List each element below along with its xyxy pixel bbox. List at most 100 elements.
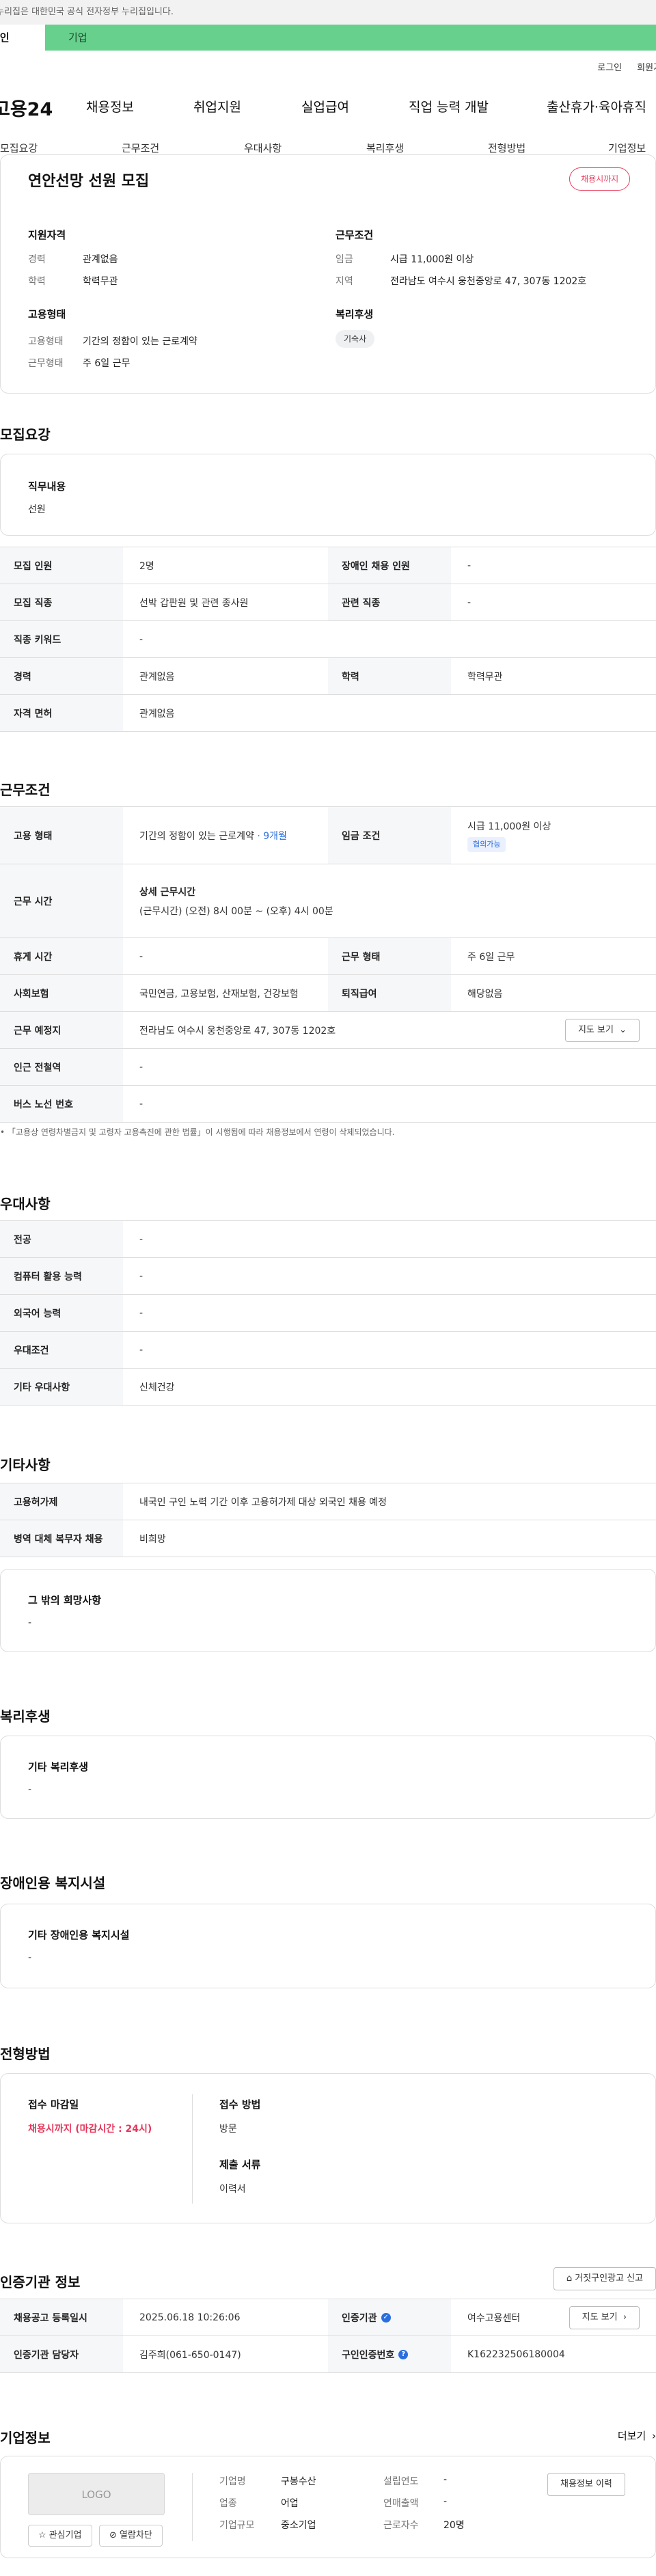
agency-map-button[interactable]: 지도 보기 ›	[569, 2306, 640, 2329]
work-table: 고용 형태 기간의 정함이 있는 근로계약 · 9개월 임금 조건 시급 11,…	[0, 806, 656, 1123]
table-row: 근무 시간 상세 근무시간 (근무시간) (오전) 8시 00분 ~ (오후) …	[0, 864, 656, 938]
welfare-heading: 복리후생	[336, 308, 374, 320]
global-nav: 고용24 채용정보 취업지원 실업급여 직업 능력 개발 출산휴가·육아휴직	[0, 92, 656, 121]
age-notice: • 「고용상 연령차별금지 및 고령자 고용촉진에 관한 법률」이 시행됨에 따…	[0, 1127, 395, 1137]
divider	[192, 2473, 193, 2541]
qual-label: 학력	[28, 276, 46, 287]
map-view-button[interactable]: 지도 보기 ⌄	[564, 1019, 640, 1042]
id-header: 구인인증번호	[342, 2349, 395, 2361]
company-field-label: 근로자수	[383, 2520, 419, 2531]
wage-value: 시급 11,000원 이상	[467, 821, 551, 832]
block-icon: ⊘	[109, 2530, 117, 2540]
table-row: 우대조건 -	[0, 1332, 656, 1369]
duty-box: 직무내용 선원	[0, 454, 656, 536]
table-row: 컴퓨터 활용 능력 -	[0, 1258, 656, 1295]
company-field-value: 구봉수산	[281, 2476, 316, 2487]
home-icon: ⌂	[566, 2273, 573, 2284]
etc-heading: 기타사항	[0, 1457, 51, 1473]
company-field-value: 어업	[281, 2498, 299, 2509]
table-row: 인근 전철역 -	[0, 1049, 656, 1086]
job-title: 연안선망 선원 모집	[28, 173, 150, 190]
chevron-right-icon: ›	[652, 2430, 656, 2442]
table-row: 모집 인원 2명 장애인 채용 인원 -	[0, 547, 656, 584]
welfare-box-label: 기타 복리후생	[28, 1761, 89, 1773]
company-logo: LOGO	[28, 2473, 165, 2515]
table-row: 휴게 시간 - 근무 형태 주 6일 근무	[0, 938, 656, 975]
welfare-section-heading: 복리후생	[0, 1708, 51, 1725]
org-header: 인증기관	[342, 2312, 377, 2324]
lnb-welfare[interactable]: 복리후생	[366, 141, 404, 155]
gov-notice-bar: 이 누리집은 대한민국 공식 전자정부 누리집입니다.	[0, 0, 656, 25]
hours-value: (근무시간) (오전) 8시 00분 ~ (오후) 4시 00분	[139, 905, 333, 917]
table-row: 경력 관계없음 학력 학력무관	[0, 658, 656, 695]
method-label: 접수 방법	[219, 2098, 261, 2111]
facility-box: 기타 장애인용 복지시설 -	[0, 1904, 656, 1988]
company-field-value: -	[443, 2474, 448, 2485]
chevron-right-icon: ›	[623, 2312, 627, 2322]
facility-heading: 장애인용 복지시설	[0, 1875, 106, 1891]
report-false-ad-button[interactable]: ⌂ 거짓구인광고 신고	[553, 2267, 656, 2290]
etc-table: 고용허가제 내국인 구인 노력 기간 이후 고용허가제 대상 외국인 채용 예정…	[0, 1483, 656, 1557]
table-row: 버스 노선 번호 -	[0, 1086, 656, 1123]
gnb-menu-jobs[interactable]: 채용정보	[86, 97, 134, 115]
company-field-label: 설립연도	[383, 2476, 419, 2487]
recruit-table: 모집 인원 2명 장애인 채용 인원 - 모집 직종 선박 갑판원 및 관련 종…	[0, 547, 656, 732]
table-row: 기타 우대사항 신체건강	[0, 1369, 656, 1406]
lnb-selection[interactable]: 전형방법	[488, 141, 525, 155]
cond-heading: 근무조건	[336, 229, 374, 241]
qual-label: 경력	[28, 254, 46, 265]
method-value: 방문	[219, 2124, 237, 2135]
join-link[interactable]: 회원가입	[637, 60, 656, 73]
company-field-label: 연매출액	[383, 2498, 419, 2509]
help-icon[interactable]: ?	[398, 2349, 409, 2359]
facility-box-value: -	[28, 1952, 32, 1963]
gnb-menu-unemployment[interactable]: 실업급여	[301, 97, 349, 115]
tab-personal[interactable]: 개인	[0, 25, 45, 51]
company-field-label: 업종	[219, 2498, 237, 2509]
company-more-link[interactable]: 더보기 ›	[618, 2428, 656, 2443]
pref-table: 전공 - 컴퓨터 활용 능력 - 외국어 능력 - 우대조건 - 기타 우대사항…	[0, 1220, 656, 1406]
emp-value: 주 6일 근무	[83, 358, 131, 369]
agency-heading: 인증기관 정보	[0, 2274, 81, 2290]
company-field-value: 20명	[443, 2520, 465, 2531]
gnb-menu-training[interactable]: 직업 능력 개발	[409, 97, 489, 115]
block-view-button[interactable]: ⊘ 열람차단	[99, 2525, 163, 2547]
tab-company[interactable]: 기업	[45, 25, 134, 51]
welfare-box: 기타 복리후생 -	[0, 1736, 656, 1819]
company-field-value: 중소기업	[281, 2520, 316, 2531]
table-row: 인증기관 담당자 김주희(061-650-0147) 구인인증번호 ? K162…	[0, 2336, 656, 2373]
lnb-company[interactable]: 기업정보	[608, 141, 646, 155]
wage-negotiable-chip: 협의가능	[467, 836, 506, 852]
welfare-box-value: -	[28, 1784, 32, 1795]
site-logo[interactable]: 고용24	[0, 94, 53, 121]
interest-company-button[interactable]: ☆ 관심기업	[28, 2525, 92, 2547]
company-field-value: -	[443, 2496, 448, 2507]
lnb-pref[interactable]: 우대사항	[244, 141, 282, 155]
cond-label: 지역	[336, 276, 353, 287]
gov-notice-text: 이 누리집은 대한민국 공식 전자정부 누리집입니다.	[0, 7, 174, 17]
company-field-label: 기업규모	[219, 2520, 255, 2531]
cond-value: 전라남도 여수시 웅천중앙로 47, 307동 1202호	[390, 276, 587, 287]
lnb-recruit[interactable]: 모집요강	[0, 141, 38, 155]
star-icon: ☆	[38, 2530, 46, 2540]
recruit-history-button[interactable]: 채용정보 이력	[547, 2473, 625, 2496]
work-heading: 근무조건	[0, 782, 51, 798]
gnb-menu-parental-leave[interactable]: 출산휴가·육아휴직	[547, 97, 646, 115]
bullet-icon: •	[0, 1127, 8, 1137]
etc-wish-value: -	[28, 1617, 32, 1628]
job-summary-card: 연안선망 선원 모집 채용시까지 지원자격 경력 관계없음 학력 학력무관 근무…	[0, 154, 656, 394]
emp-label: 고용형태	[28, 336, 64, 347]
login-link[interactable]: 로그인	[597, 60, 622, 73]
gnb-menu-employment-support[interactable]: 취업지원	[193, 97, 241, 115]
table-row: 자격 면허 관계없음	[0, 695, 656, 732]
company-box: LOGO ☆ 관심기업 ⊘ 열람차단 기업명 구봉수산 설립연도 - 업종 어업 연…	[0, 2456, 656, 2558]
lnb-work[interactable]: 근무조건	[122, 141, 159, 155]
company-heading: 기업정보	[0, 2430, 51, 2446]
duty-value: 선원	[28, 504, 46, 515]
emp-type-value: 기간의 정함이 있는 근로계약	[139, 830, 254, 842]
table-row: 모집 직종 선박 갑판원 및 관련 종사원 관련 직종 -	[0, 584, 656, 621]
cond-label: 임금	[336, 254, 353, 265]
deadline-badge: 채용시까지	[569, 167, 631, 191]
table-row: 외국어 능력 -	[0, 1295, 656, 1332]
emp-heading: 고용형태	[28, 308, 66, 320]
